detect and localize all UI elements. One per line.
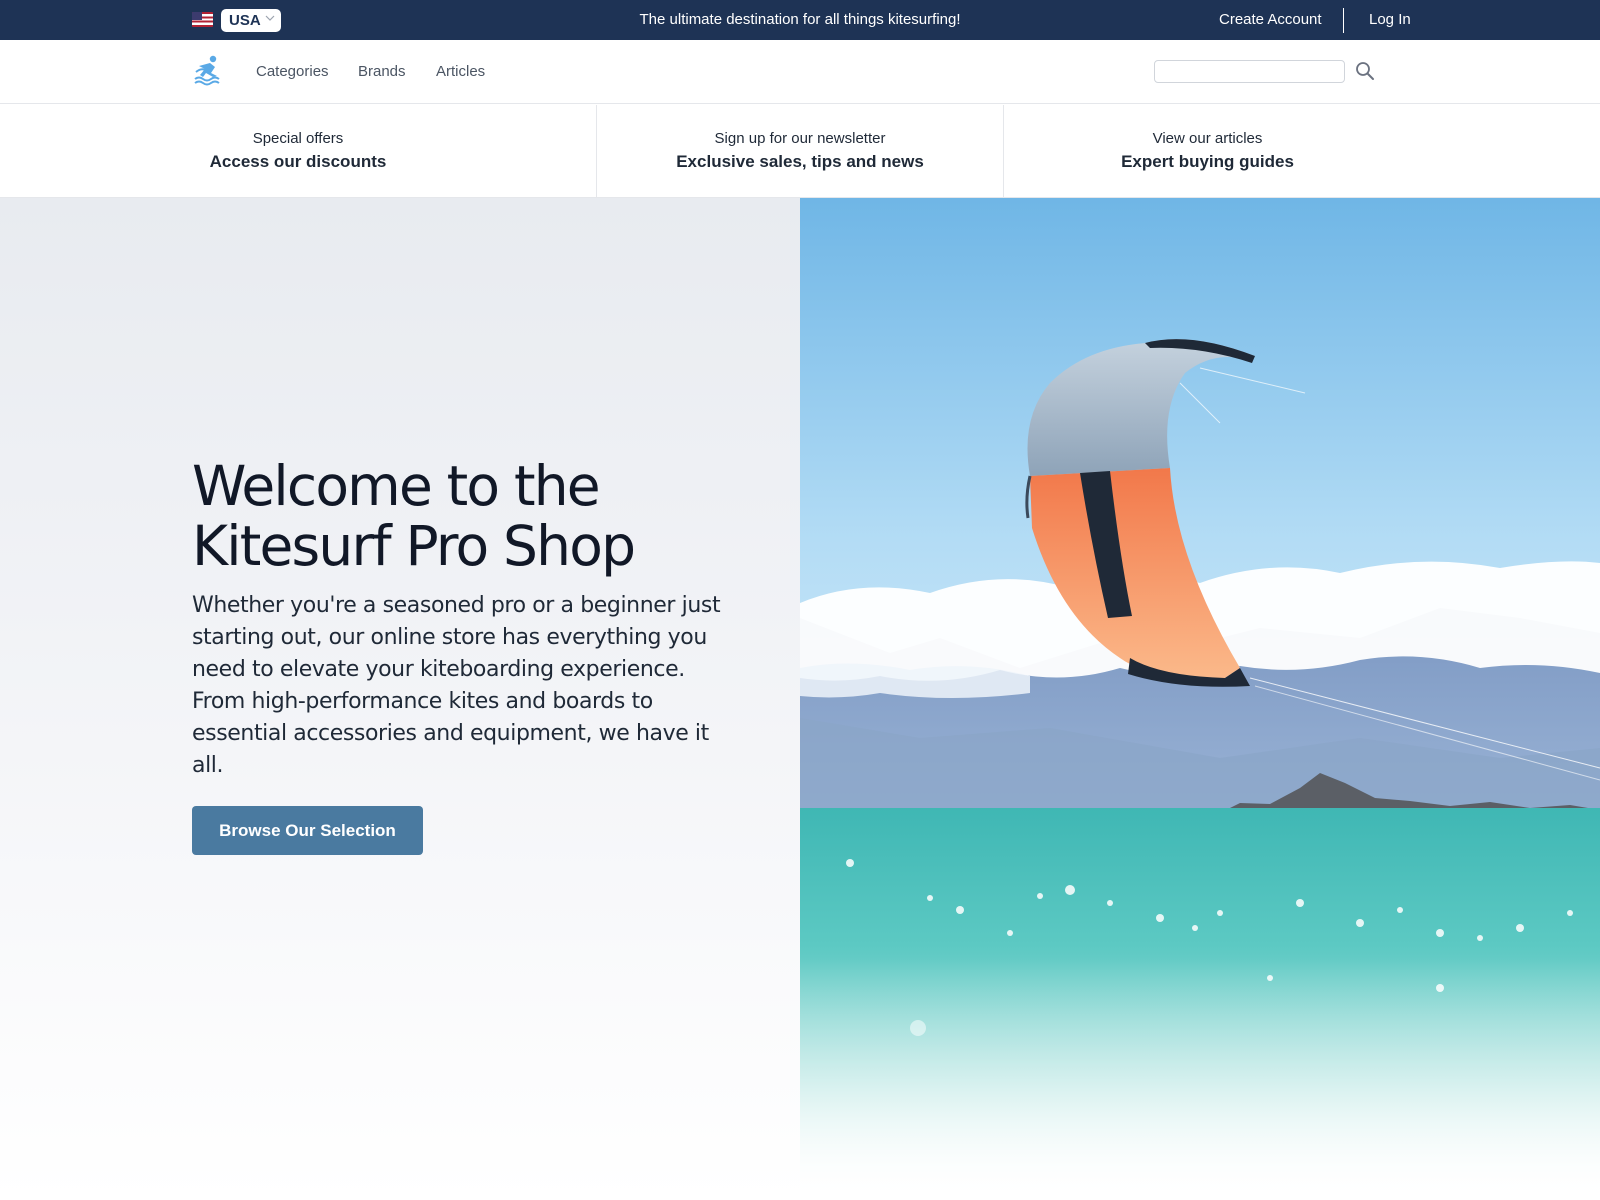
promo-newsletter[interactable]: Sign up for our newsletter Exclusive sal… xyxy=(597,105,1004,197)
promo-articles[interactable]: View our articles Expert buying guides xyxy=(1004,105,1411,197)
promo-title: Access our discounts xyxy=(209,152,387,171)
nav-articles[interactable]: Articles xyxy=(436,63,485,80)
hero-section: Welcome to the Kitesurf Pro Shop Whether… xyxy=(0,198,1600,1200)
nav-categories[interactable]: Categories xyxy=(256,63,329,80)
promo-subtitle: Special offers xyxy=(252,130,344,147)
hero-kite-image xyxy=(800,198,1600,1200)
nav-brands[interactable]: Brands xyxy=(358,63,406,80)
promo-strip: Special offers Access our discounts Sign… xyxy=(0,105,1600,198)
topbar-divider xyxy=(1343,8,1344,33)
create-account-link[interactable]: Create Account xyxy=(1219,11,1322,28)
search-input[interactable] xyxy=(1154,60,1345,83)
promo-discounts[interactable]: Special offers Access our discounts xyxy=(0,105,597,197)
announcement-text: The ultimate destination for all things … xyxy=(639,11,961,28)
promo-title: Expert buying guides xyxy=(1121,152,1294,171)
promo-title: Exclusive sales, tips and news xyxy=(676,152,924,171)
main-navigation: Categories Brands Articles xyxy=(0,40,1600,104)
browse-selection-button[interactable]: Browse Our Selection xyxy=(192,806,423,855)
surfer-logo-icon[interactable] xyxy=(193,54,223,86)
hero-content: Welcome to the Kitesurf Pro Shop Whether… xyxy=(0,198,800,1200)
top-announcement-bar: USA The ultimate destination for all thi… xyxy=(0,0,1600,40)
promo-subtitle: Sign up for our newsletter xyxy=(714,130,886,147)
hero-title: Welcome to the Kitesurf Pro Shop xyxy=(192,454,636,578)
hero-description: Whether you're a seasoned pro or a begin… xyxy=(192,593,721,778)
promo-subtitle: View our articles xyxy=(1152,130,1263,147)
search-icon[interactable] xyxy=(1355,61,1375,81)
log-in-link[interactable]: Log In xyxy=(1369,11,1411,28)
